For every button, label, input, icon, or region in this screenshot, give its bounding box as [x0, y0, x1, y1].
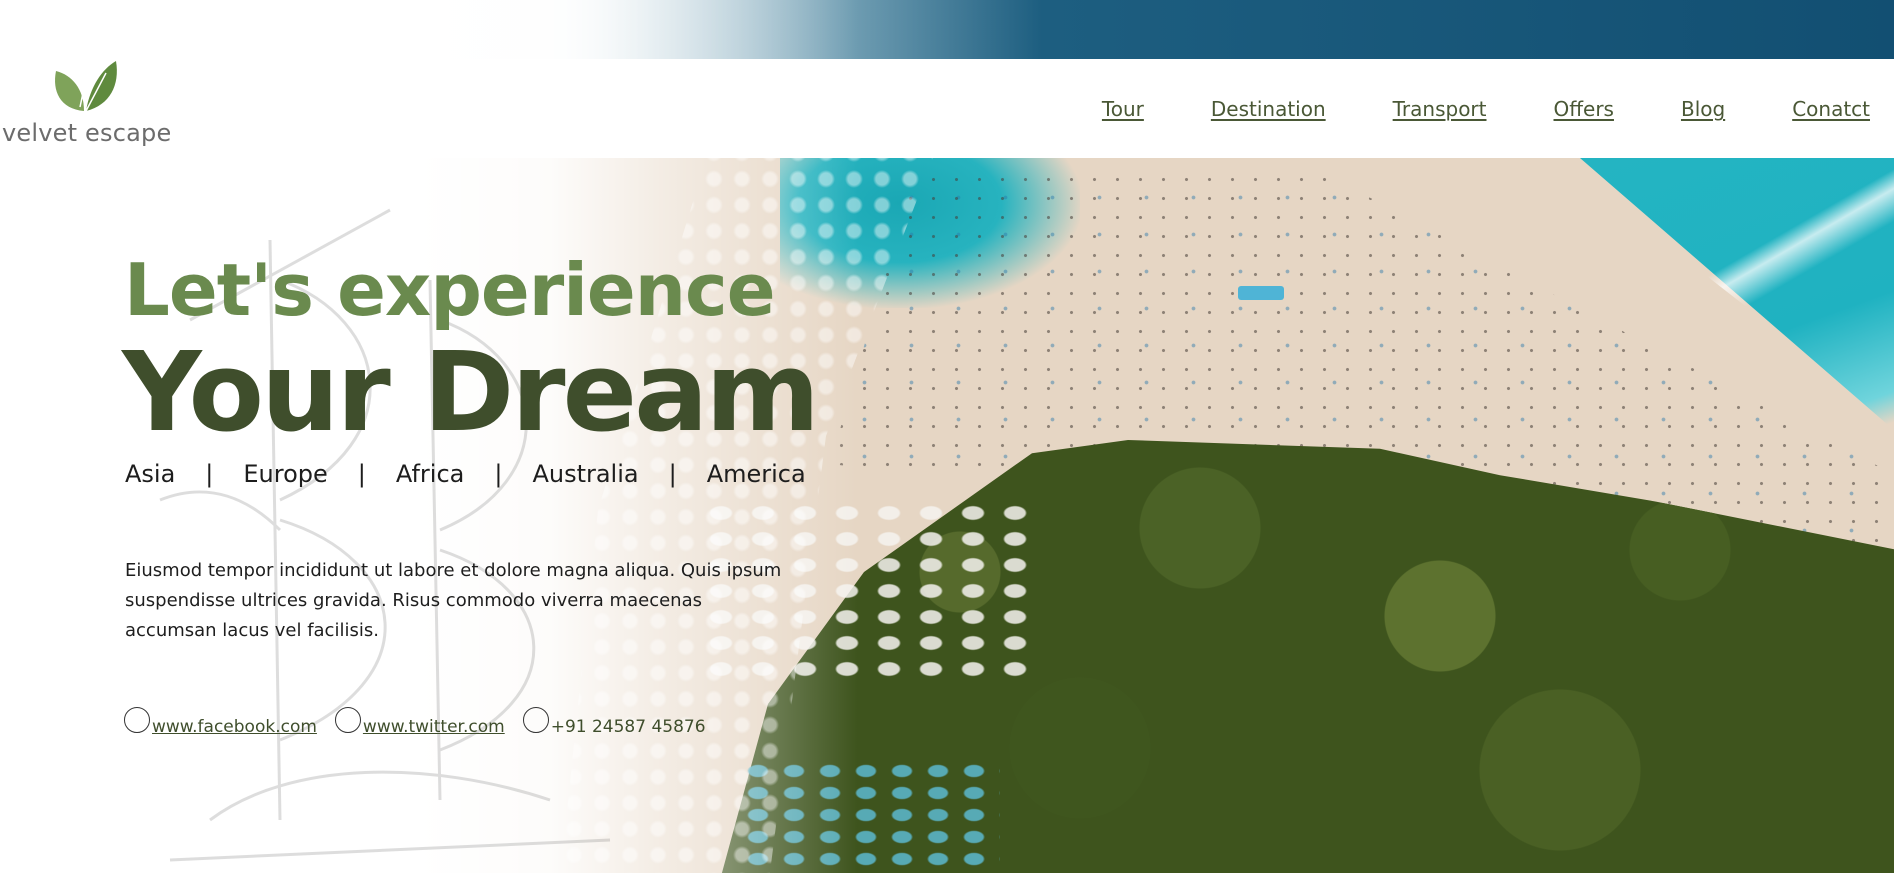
region-australia: Australia	[532, 460, 639, 488]
lifeguard-tower	[1238, 286, 1284, 300]
region-america: America	[706, 460, 806, 488]
phone-icon	[522, 707, 549, 733]
region-separator: |	[668, 460, 677, 488]
twitter-contact[interactable]: www.twitter.com	[334, 707, 505, 737]
phone-number[interactable]: +91 24587 45876	[551, 717, 706, 737]
phone-contact[interactable]: +91 24587 45876	[522, 707, 706, 737]
twitter-link[interactable]: www.twitter.com	[363, 717, 505, 737]
nav-offers[interactable]: Offers	[1554, 97, 1614, 121]
facebook-icon	[124, 707, 150, 733]
contact-links: www.facebook.com www.twitter.com +91 245…	[124, 707, 724, 737]
facebook-link[interactable]: www.facebook.com	[152, 717, 317, 737]
region-list: Asia | Europe | Africa | Australia | Ame…	[125, 460, 806, 488]
leaf-logo-icon	[55, 61, 117, 112]
region-europe: Europe	[243, 460, 328, 488]
main-nav: Tour Destination Transport Offers Blog C…	[1035, 97, 1870, 121]
region-africa: Africa	[395, 460, 465, 488]
nav-transport[interactable]: Transport	[1393, 97, 1487, 121]
twitter-icon	[334, 707, 361, 733]
facebook-contact[interactable]: www.facebook.com	[124, 707, 317, 737]
brand-logo[interactable]: velvet escape	[2, 61, 172, 153]
hero-heading: Your Dream	[122, 328, 820, 456]
nav-blog[interactable]: Blog	[1681, 97, 1725, 121]
site-header: velvet escape Tour Destination Transport…	[0, 59, 1894, 158]
region-separator: |	[494, 460, 503, 488]
nav-tour[interactable]: Tour	[1102, 97, 1144, 121]
region-separator: |	[205, 460, 214, 488]
nav-contact[interactable]: Conatct	[1792, 97, 1870, 121]
region-separator: |	[357, 460, 366, 488]
region-asia: Asia	[125, 460, 176, 488]
brand-name: velvet escape	[2, 119, 172, 147]
nav-destination[interactable]: Destination	[1211, 97, 1326, 121]
hero-subheading: Let's experience	[124, 248, 776, 332]
hero-description: Eiusmod tempor incididunt ut labore et d…	[125, 560, 782, 641]
